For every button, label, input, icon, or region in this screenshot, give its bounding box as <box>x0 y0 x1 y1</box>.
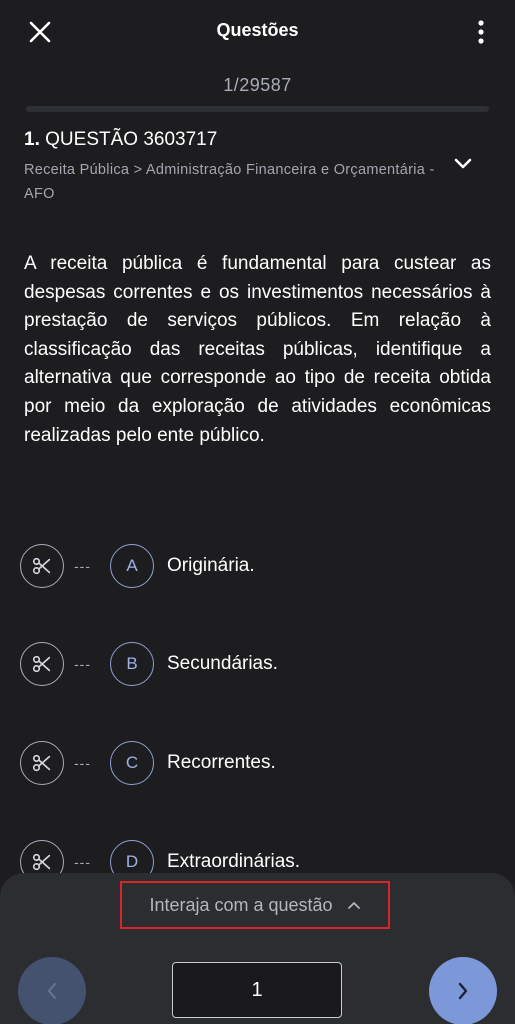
option-separator: --- <box>74 854 91 870</box>
interact-label: Interaja com a questão <box>149 894 333 915</box>
option-text[interactable]: Originária. <box>167 555 255 577</box>
question-label: QUESTÃO 3603717 <box>45 129 218 150</box>
scissors-icon <box>32 557 51 575</box>
chevron-right-icon <box>458 982 468 1000</box>
option-c[interactable]: --- C Recorrentes. <box>20 738 500 788</box>
more-vertical-icon <box>478 20 484 44</box>
question-number-input[interactable] <box>172 962 342 1018</box>
option-letter[interactable]: B <box>110 642 154 686</box>
option-letter[interactable]: A <box>110 544 154 588</box>
chevron-up-icon <box>347 901 361 910</box>
top-bar: Questões <box>0 0 515 64</box>
expand-category-button[interactable] <box>449 150 477 178</box>
more-options-button[interactable] <box>469 14 493 50</box>
option-text[interactable]: Extraordinárias. <box>167 851 300 873</box>
question-screen: Questões 1/29587 1. QUESTÃO 3603717 Rece… <box>0 0 515 1024</box>
question-header: 1. QUESTÃO 3603717 Receita Pública > Adm… <box>24 128 444 206</box>
question-title: 1. QUESTÃO 3603717 <box>24 128 444 152</box>
option-text[interactable]: Recorrentes. <box>167 752 276 774</box>
scissors-icon <box>32 655 51 673</box>
scissors-icon <box>32 853 51 871</box>
eliminate-option-a-button[interactable] <box>20 544 64 588</box>
next-question-button[interactable] <box>429 957 497 1024</box>
question-statement: A receita pública é fundamental para cus… <box>24 253 491 446</box>
question-category: Receita Pública > Administração Financei… <box>24 162 435 202</box>
option-separator: --- <box>74 755 91 771</box>
option-a[interactable]: --- A Originária. <box>20 541 500 591</box>
eliminate-option-c-button[interactable] <box>20 741 64 785</box>
option-separator: --- <box>74 656 91 672</box>
chevron-left-icon <box>48 983 56 999</box>
scissors-icon <box>32 754 51 772</box>
question-number: 1. <box>24 129 40 150</box>
option-text[interactable]: Secundárias. <box>167 653 278 675</box>
option-b[interactable]: --- B Secundárias. <box>20 639 500 689</box>
option-separator: --- <box>74 558 91 574</box>
chevron-down-icon <box>454 158 472 169</box>
interact-toggle-button[interactable]: Interaja com a questão <box>120 881 390 929</box>
progress-bar <box>26 106 489 112</box>
page-title: Questões <box>216 20 299 40</box>
previous-question-button[interactable] <box>18 957 86 1024</box>
option-letter[interactable]: C <box>110 741 154 785</box>
eliminate-option-b-button[interactable] <box>20 642 64 686</box>
question-counter: 1/29587 <box>223 75 292 95</box>
